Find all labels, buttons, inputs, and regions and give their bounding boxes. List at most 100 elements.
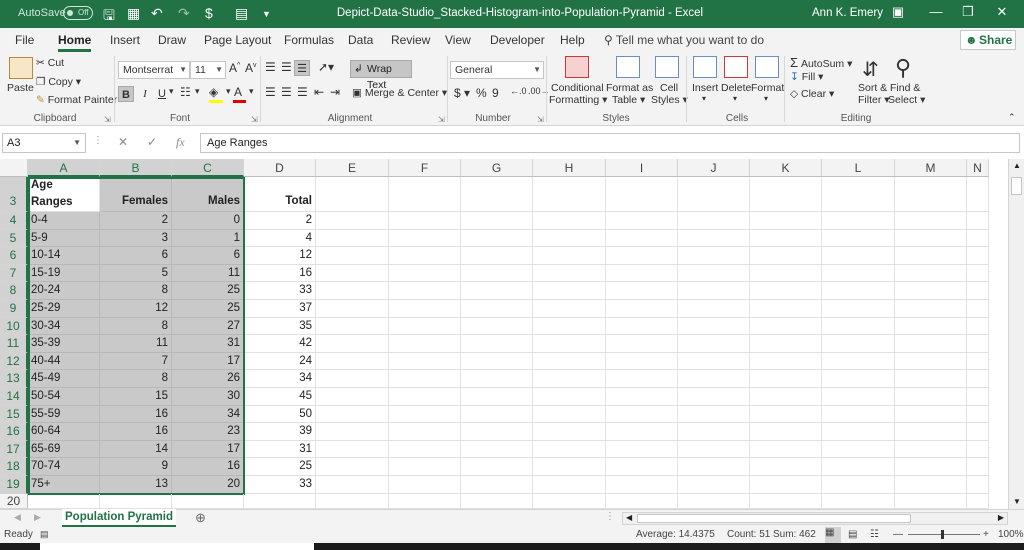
cell-age-range[interactable]: 20-24 [28,282,100,300]
row-header[interactable]: 11 [0,335,28,353]
scroll-right-icon[interactable]: ▶ [998,513,1004,522]
scroll-up-icon[interactable]: ▲ [1013,161,1021,170]
cell-total[interactable]: 12 [244,247,316,265]
cell-females[interactable]: 16 [100,423,172,441]
tab-formulas[interactable]: Formulas [284,33,334,47]
format-as-table-icon[interactable] [616,56,640,78]
tab-insert[interactable]: Insert [110,33,140,47]
cell-empty[interactable] [606,300,678,318]
wrap-text-button[interactable]: ↲ Wrap Text [350,60,412,91]
cell-empty[interactable] [967,405,989,424]
font-name-select[interactable]: Montserrat ▼ [118,61,190,79]
clear-button[interactable]: ◇ Clear ▾ [790,88,834,100]
cell-total[interactable]: 50 [244,405,316,424]
cell-empty[interactable] [533,247,606,265]
cell-empty[interactable] [750,352,822,371]
row-header[interactable]: 7 [0,264,28,283]
sort-filter-icon[interactable]: ⇵ [862,57,879,82]
cell-age-range[interactable]: 40-44 [28,352,100,371]
cell-empty[interactable] [750,458,822,476]
column-header-c[interactable]: C [172,159,244,177]
cell-a3[interactable]: Age Ranges [28,177,100,212]
ribbon-display-icon[interactable]: ▣ [888,4,908,20]
cell-empty[interactable] [461,264,533,283]
tab-page-layout[interactable]: Page Layout [204,33,271,47]
user-name[interactable]: Ann K. Emery [812,7,883,19]
cell-empty[interactable] [389,352,461,371]
cell-empty[interactable] [316,370,389,388]
table-icon[interactable]: ▦ [127,5,140,22]
cell-empty[interactable] [895,440,967,459]
font-color-dropdown-icon[interactable]: ▾ [249,86,254,97]
cell-empty[interactable] [316,177,389,212]
cell-empty[interactable] [750,388,822,406]
cell-empty[interactable] [678,493,750,509]
cell-empty[interactable] [967,493,989,509]
align-top-icon[interactable]: ☰ [265,60,276,74]
column-header-n[interactable]: N [967,159,989,177]
increase-font-icon[interactable]: A^ [229,61,240,75]
scroll-down-icon[interactable]: ▼ [1013,497,1021,506]
cell-males[interactable]: 31 [172,335,244,353]
cell-females[interactable]: 2 [100,212,172,230]
number-format-select[interactable]: General ▼ [450,61,544,79]
underline-button[interactable]: U [154,86,170,102]
cell-empty[interactable] [533,264,606,283]
cell-females[interactable]: 14 [100,440,172,459]
cell-empty[interactable] [389,388,461,406]
cell-empty[interactable] [895,476,967,494]
cell-empty[interactable] [533,229,606,248]
cell-males[interactable]: 25 [172,282,244,300]
cell-empty[interactable] [389,212,461,230]
tab-review[interactable]: Review [391,33,430,47]
cell-age-range[interactable]: 25-29 [28,300,100,318]
zoom-slider-thumb[interactable] [941,530,944,539]
cell-total[interactable]: 34 [244,370,316,388]
cell-empty[interactable] [967,388,989,406]
cell-empty[interactable] [461,352,533,371]
cell-empty[interactable] [389,229,461,248]
cell-empty[interactable] [389,335,461,353]
cell-males[interactable]: 23 [172,423,244,441]
increase-decimal-icon[interactable]: ←.0 [510,86,527,96]
cell-total[interactable]: 24 [244,352,316,371]
cell-empty[interactable] [389,370,461,388]
cell-males[interactable]: 34 [172,405,244,424]
row-header[interactable]: 19 [0,476,28,494]
font-launcher-icon[interactable]: ⇲ [251,115,258,124]
undo-icon[interactable]: ↶ [151,5,163,22]
cell-empty[interactable] [316,458,389,476]
merge-center-button[interactable]: ▣ Merge & Center ▾ [352,87,447,99]
cell-total[interactable]: 35 [244,317,316,336]
cell-empty[interactable] [606,264,678,283]
cell-age-range[interactable]: 10-14 [28,247,100,265]
cell-empty[interactable] [967,300,989,318]
row-header[interactable]: 16 [0,423,28,441]
cell-empty[interactable] [533,388,606,406]
row-header[interactable]: 6 [0,247,28,265]
column-header-m[interactable]: M [895,159,967,177]
cell-age-range[interactable]: 0-4 [28,212,100,230]
cell-empty[interactable] [389,247,461,265]
cell-age-range[interactable]: 45-49 [28,370,100,388]
column-header-i[interactable]: I [606,159,678,177]
cell-age-range[interactable]: 30-34 [28,317,100,336]
cell-empty[interactable] [967,476,989,494]
cell-females[interactable]: 9 [100,458,172,476]
cell-total[interactable]: 42 [244,335,316,353]
cell-empty[interactable] [606,423,678,441]
row-header[interactable]: 14 [0,388,28,406]
cell-empty[interactable] [750,247,822,265]
cell-total[interactable]: 4 [244,229,316,248]
cell-empty[interactable] [606,352,678,371]
paste-button[interactable]: Paste [7,82,34,94]
orientation-icon[interactable]: ➚▾ [318,60,334,74]
cell-empty[interactable] [389,177,461,212]
cell-empty[interactable] [895,177,967,212]
cell-empty[interactable] [750,335,822,353]
cell-empty[interactable] [967,423,989,441]
cell-empty[interactable] [895,264,967,283]
zoom-out-icon[interactable]: — [893,529,903,540]
font-color-icon[interactable]: A [234,85,242,99]
scroll-left-icon[interactable]: ◀ [626,513,632,522]
